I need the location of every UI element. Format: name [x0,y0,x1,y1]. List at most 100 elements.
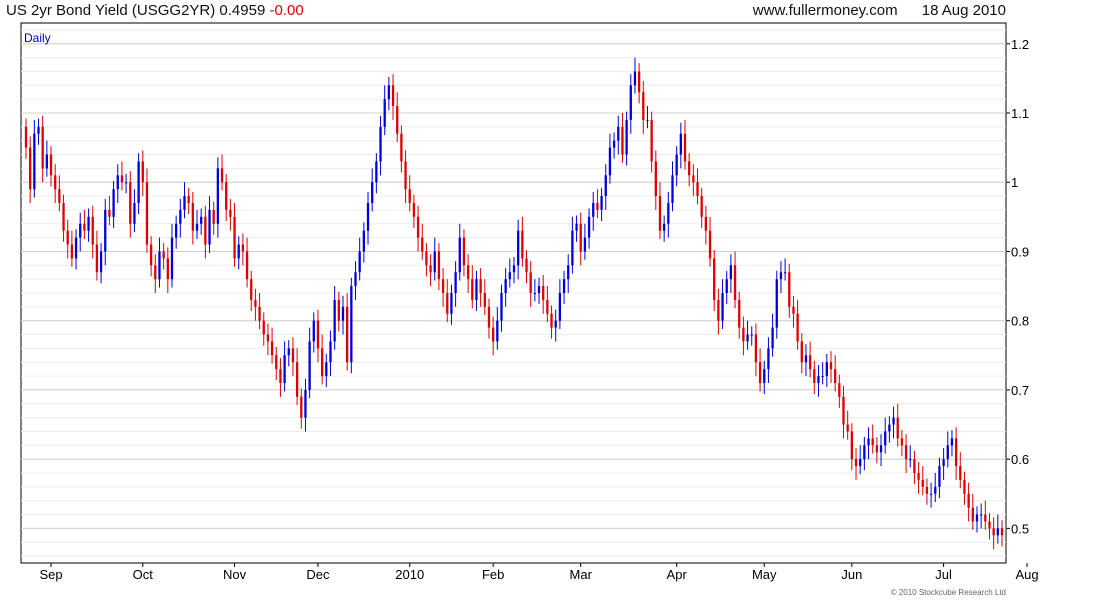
candle-body [746,334,749,342]
candle-body [558,293,562,321]
candle-body [283,355,286,383]
candle-body [137,161,140,203]
candle-body [834,369,837,383]
candle [817,365,820,397]
candle-body [212,209,215,224]
candle-body [663,223,666,231]
candle [792,295,795,328]
candle [74,229,78,270]
candle-body [175,223,178,238]
candle [879,434,883,467]
x-tick-label: Aug [1015,567,1038,582]
candle [454,261,457,307]
candle [900,430,904,457]
candle-body [446,293,449,314]
candle [829,351,833,383]
candle [700,187,703,228]
candle [796,299,799,350]
candle [258,293,261,329]
x-tick-label: Nov [223,567,247,582]
candle [733,251,737,309]
candle [867,427,870,460]
candle-body [571,230,574,266]
candle [383,85,386,136]
candle [175,215,178,249]
candle [270,327,274,364]
candle-body [225,182,228,210]
candle-body [441,279,445,293]
candle [525,250,528,284]
candle-body [170,237,174,280]
candle-body [358,251,361,273]
candle [984,500,987,530]
candle-body [546,299,549,314]
candle-body [129,182,132,224]
candle-body [612,140,616,148]
candle-body [104,209,107,252]
candle-body [554,320,557,328]
candle-body [54,175,57,190]
candle [70,230,74,267]
candle [491,316,495,356]
candle-body [400,133,403,162]
candle-body [120,175,124,183]
x-tick-label: Apr [667,567,688,582]
candle [275,347,278,381]
y-tick-label: 1 [1011,175,1018,190]
candle-body [621,126,624,155]
candle-body [508,272,511,280]
candle [942,448,945,480]
candle [625,111,628,166]
candle [91,205,94,259]
candle-body [512,265,516,273]
candle [212,201,215,235]
candle [838,374,841,408]
candle-body [525,258,528,273]
candle-body [600,196,603,210]
candle [800,333,803,374]
candle-body [592,203,595,217]
candle [58,175,61,212]
candle-body [504,279,507,293]
y-tick-label: 0.6 [1011,452,1029,467]
candle-body [245,251,249,280]
candle [562,270,566,305]
candle [354,261,357,300]
candle-body [979,514,983,516]
candle [446,279,449,323]
candle-body [187,196,190,203]
candle-body [458,237,461,273]
candle [191,191,194,245]
candle [79,212,82,252]
candle [371,168,374,212]
candle [387,77,391,111]
candle [300,388,303,429]
candle [967,482,970,522]
candle [396,92,399,143]
candle [904,434,908,473]
candle-body [79,223,82,238]
candle-body [708,230,712,259]
candle [346,293,349,371]
candle-body [567,265,570,280]
candle [783,258,787,281]
candle [996,514,999,544]
candle-body [771,327,774,349]
candle-body [667,203,670,224]
candle-body [733,265,737,300]
candle-body [729,265,733,280]
candle-body [166,258,169,280]
candle [504,268,507,307]
candle-body [1000,528,1004,536]
candle-body [896,417,899,439]
candle [688,153,691,187]
candle-body [996,528,999,536]
candle [471,265,474,309]
candle [149,236,153,277]
candle [938,457,941,498]
candle-body [725,279,728,293]
candle-group [24,57,1004,550]
candle [320,334,324,385]
candle-body [788,272,791,307]
candle [892,406,895,439]
